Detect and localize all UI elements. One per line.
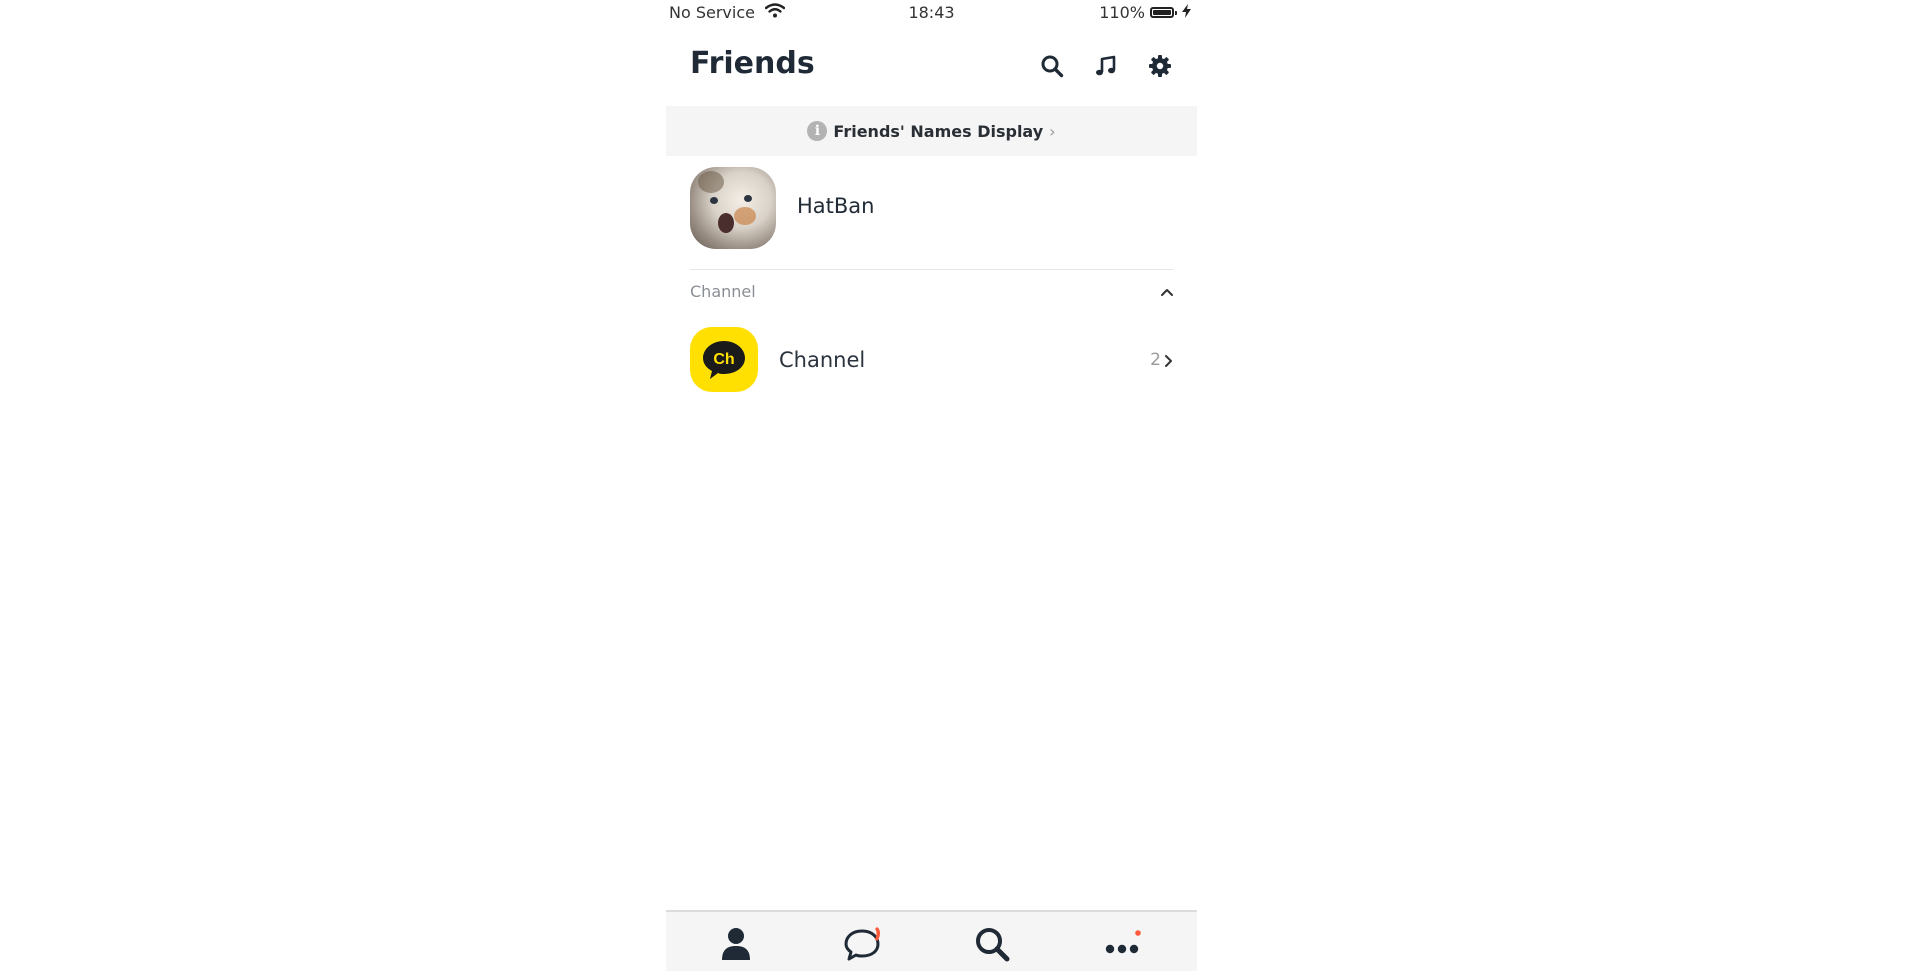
channel-name: Channel — [779, 348, 866, 372]
friends-tab[interactable] — [716, 924, 756, 964]
avatar-mouth — [718, 213, 734, 233]
avatar-patch — [734, 207, 756, 225]
battery-percent: 110% — [1099, 3, 1145, 22]
profile-name: HatBan — [797, 194, 875, 218]
battery-fill — [1153, 10, 1171, 15]
charging-icon — [1182, 3, 1191, 22]
info-icon: i — [807, 121, 828, 141]
status-bar: No Service 18:43 110% — [666, 0, 1197, 26]
person-icon — [722, 928, 750, 960]
avatar-patch — [698, 171, 724, 193]
notification-badge — [875, 927, 880, 941]
chevron-right-icon — [1163, 353, 1175, 369]
chevron-right-icon: › — [1049, 121, 1056, 141]
app-screen: No Service 18:43 110% Friends i Friends'… — [666, 0, 1197, 971]
section-label-channel: Channel — [690, 282, 756, 301]
battery-icon — [1150, 7, 1177, 18]
bottom-nav — [666, 910, 1197, 971]
friends-names-display-banner[interactable]: i Friends' Names Display › — [666, 106, 1197, 156]
music-note-icon[interactable] — [1091, 51, 1121, 81]
gear-icon[interactable] — [1145, 51, 1175, 81]
channel-logo-text: Ch — [713, 351, 734, 368]
avatar[interactable] — [690, 167, 776, 249]
header: Friends — [666, 38, 1197, 94]
more-tab[interactable] — [1102, 924, 1142, 964]
search-tab[interactable] — [972, 924, 1012, 964]
chat-bubble-icon — [844, 927, 880, 961]
my-profile-row[interactable]: HatBan — [666, 164, 1197, 254]
notification-dot — [1135, 930, 1141, 936]
avatar-eye — [710, 197, 718, 204]
more-dots-icon — [1105, 930, 1141, 954]
chats-tab[interactable] — [844, 924, 884, 964]
header-actions — [1037, 51, 1175, 81]
avatar-eye — [744, 195, 752, 202]
banner-text: Friends' Names Display — [833, 121, 1044, 141]
search-icon[interactable] — [1037, 51, 1067, 81]
channel-list-item[interactable]: Ch Channel 2 — [666, 325, 1197, 395]
search-icon — [976, 928, 1010, 962]
channel-count: 2 — [1150, 350, 1161, 370]
status-right: 110% — [1099, 3, 1191, 22]
page-title: Friends — [690, 46, 815, 81]
channel-logo-icon: Ch — [690, 327, 758, 392]
divider — [690, 269, 1173, 270]
chevron-up-icon[interactable] — [1159, 284, 1175, 300]
